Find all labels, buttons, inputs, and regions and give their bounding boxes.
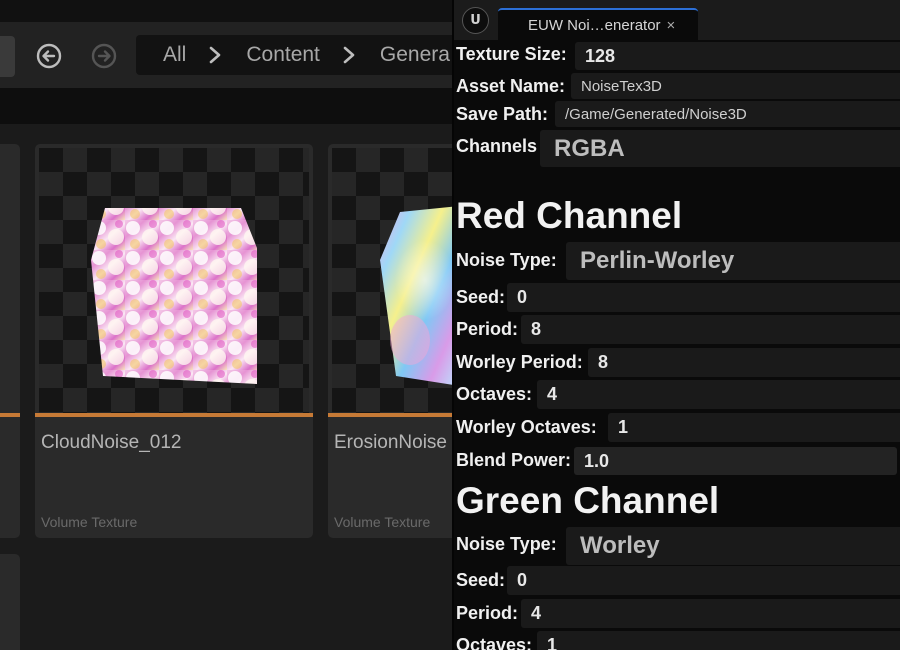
green-octaves-input[interactable]: 1 xyxy=(537,631,900,650)
noise-generator-widget: U EUW Noi…enerator × Texture Size: 128 A… xyxy=(452,0,900,650)
asset-name-label: Asset Name: xyxy=(456,76,566,96)
red-period-label: Period: xyxy=(456,319,519,339)
breadcrumb: All Content Genera xyxy=(136,35,452,75)
green-noise-type-label: Noise Type: xyxy=(456,534,557,554)
asset-thumbnail xyxy=(332,148,452,413)
red-worley-octaves-label: Worley Octaves: xyxy=(456,417,597,437)
red-blend-power-label: Blend Power: xyxy=(456,450,572,470)
filter-bar xyxy=(0,88,452,124)
texture-size-input[interactable]: 128 xyxy=(575,42,900,70)
channels-dropdown[interactable]: RGBA xyxy=(540,130,900,167)
asset-type: Volume Texture xyxy=(41,514,138,530)
green-noise-type-dropdown[interactable]: Worley xyxy=(566,527,900,565)
red-octaves-input[interactable]: 4 xyxy=(537,380,900,409)
asset-type-bar xyxy=(0,413,20,417)
red-period-input[interactable]: 8 xyxy=(521,315,900,344)
red-seed-input[interactable]: 0 xyxy=(507,283,900,312)
unreal-logo-icon: U xyxy=(462,7,489,34)
chevron-right-icon[interactable] xyxy=(342,45,356,65)
breadcrumb-item-content[interactable]: Content xyxy=(246,43,320,67)
red-worley-octaves-input[interactable]: 1 xyxy=(608,413,900,442)
red-seed-label: Seed: xyxy=(456,287,506,307)
asset-name-input[interactable]: NoiseTex3D xyxy=(571,73,900,99)
asset-tile-partial[interactable] xyxy=(0,554,20,650)
asset-thumbnail xyxy=(39,148,309,413)
breadcrumb-item-generated[interactable]: Genera xyxy=(380,43,450,67)
close-icon[interactable]: × xyxy=(667,17,676,34)
toolbar-button[interactable] xyxy=(0,36,15,77)
asset-name: CloudNoise_012 xyxy=(41,432,182,453)
green-period-label: Period: xyxy=(456,603,519,623)
chevron-right-icon[interactable] xyxy=(208,45,222,65)
forward-arrow-icon[interactable] xyxy=(90,42,118,70)
asset-name: ErosionNoise xyxy=(334,432,447,453)
red-blend-power-input[interactable]: 1.0 xyxy=(574,447,897,475)
content-browser: All Content Genera CloudNoise_012 Volume… xyxy=(0,0,452,650)
red-worley-period-input[interactable]: 8 xyxy=(588,348,900,377)
green-seed-input[interactable]: 0 xyxy=(507,566,900,595)
tab-noise-generator[interactable]: EUW Noi…enerator × xyxy=(498,8,698,40)
green-period-input[interactable]: 4 xyxy=(521,599,900,628)
green-octaves-label: Octaves: xyxy=(456,635,533,650)
asset-tile[interactable]: CloudNoise_012 Volume Texture xyxy=(35,144,313,538)
tab-label: EUW Noi…enerator xyxy=(528,16,661,34)
red-worley-period-label: Worley Period: xyxy=(456,352,583,372)
green-seed-label: Seed: xyxy=(456,570,506,590)
content-browser-title-strip xyxy=(0,0,452,22)
asset-type: Volume Texture xyxy=(334,514,431,530)
red-noise-type-label: Noise Type: xyxy=(456,250,557,270)
volume-cube-icon xyxy=(91,208,257,384)
asset-tile[interactable]: ErosionNoise Volume Texture xyxy=(328,144,452,538)
save-path-input[interactable]: /Game/Generated/Noise3D xyxy=(555,101,900,127)
save-path-label: Save Path: xyxy=(456,104,549,124)
red-octaves-label: Octaves: xyxy=(456,384,533,404)
asset-tile-partial[interactable] xyxy=(0,144,20,538)
back-arrow-icon[interactable] xyxy=(35,42,63,70)
breadcrumb-item-all[interactable]: All xyxy=(163,43,186,67)
tab-bar: U EUW Noi…enerator × xyxy=(454,0,900,40)
asset-type-bar xyxy=(35,413,313,417)
red-channel-heading: Red Channel xyxy=(456,195,683,236)
texture-size-label: Texture Size: xyxy=(456,44,567,64)
volume-cube-icon xyxy=(380,206,452,385)
asset-type-bar xyxy=(328,413,452,417)
asset-grid: CloudNoise_012 Volume Texture ErosionNoi… xyxy=(0,124,452,650)
red-noise-type-dropdown[interactable]: Perlin-Worley xyxy=(566,242,900,280)
channels-label: Channels xyxy=(456,136,538,156)
green-channel-heading: Green Channel xyxy=(456,480,720,521)
